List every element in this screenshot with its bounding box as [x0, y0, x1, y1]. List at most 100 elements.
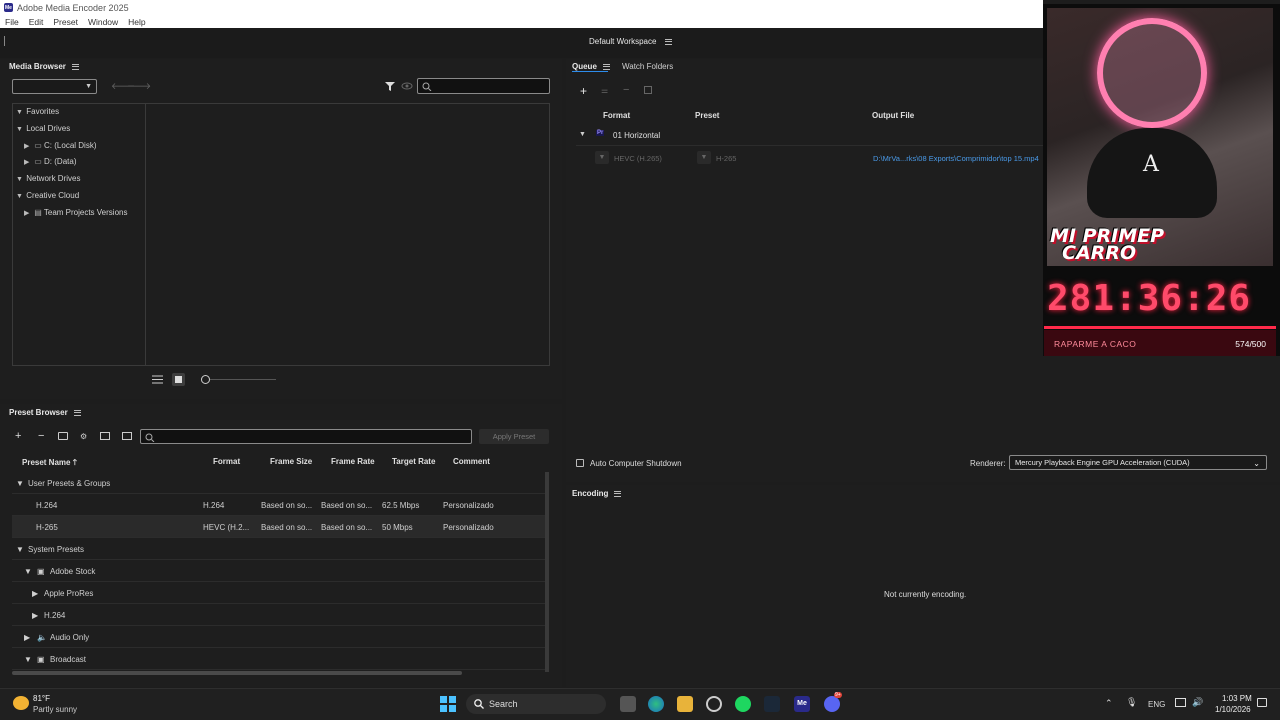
expand-arrow-icon[interactable]: ▼ — [16, 479, 24, 488]
tab-queue[interactable]: Queue — [572, 62, 610, 71]
queue-format[interactable]: HEVC (H.265) — [614, 154, 662, 163]
tree-item-favorites[interactable]: ▼ Favorites — [16, 107, 59, 116]
media-browser-menu-icon[interactable] — [71, 63, 79, 70]
weather-desc[interactable]: Partly sunny — [33, 705, 77, 714]
steam-icon[interactable] — [764, 696, 780, 712]
duplicate-icon[interactable] — [644, 86, 652, 94]
expand-arrow-icon[interactable]: ▼ — [24, 567, 32, 576]
queue-menu-icon[interactable] — [602, 63, 610, 70]
col-preset-name[interactable]: Preset Name 🡑 — [22, 457, 77, 471]
clock-time[interactable]: 1:03 PM — [1222, 694, 1252, 703]
import-preset-icon[interactable] — [100, 432, 110, 440]
menu-preset[interactable]: Preset — [53, 17, 78, 27]
preset-settings-icon[interactable]: ⚙ — [80, 432, 87, 441]
new-group-icon[interactable] — [58, 432, 68, 440]
notifications-icon[interactable] — [1257, 698, 1267, 707]
expand-arrow-icon[interactable]: ▼ — [16, 176, 24, 183]
output-file-link[interactable]: D:\MrVa...rks\08 Exports\Comprimidor\top… — [873, 154, 1039, 163]
collapse-arrow-icon[interactable]: ▶ — [32, 589, 38, 598]
collapse-arrow-icon[interactable]: ▶ — [24, 142, 32, 150]
menu-edit[interactable]: Edit — [29, 17, 44, 27]
menu-window[interactable]: Window — [88, 17, 118, 27]
weather-temp[interactable]: 81°F — [33, 694, 50, 703]
thumbnail-view-button[interactable] — [172, 373, 185, 386]
windows-start-icon[interactable] — [440, 696, 456, 712]
queue-preset[interactable]: H-265 — [716, 154, 736, 163]
table-row[interactable]: H.264 H.264 Based on so... Based on so..… — [12, 494, 546, 516]
weather-sun-icon[interactable] — [13, 696, 29, 710]
add-source-icon[interactable]: + — [580, 84, 587, 98]
table-row[interactable]: ▶ H.264 — [12, 604, 546, 626]
queue-item[interactable]: ▼ Pr 01 Horizontal — [576, 125, 1043, 146]
microphone-icon[interactable]: 🎙 — [1126, 697, 1137, 708]
tree-item-team-projects[interactable]: ▶ ▤ Team Projects Versions — [24, 208, 127, 217]
preset-settings-icon[interactable]: ⚌ — [601, 86, 608, 95]
table-row[interactable]: ▶ Apple ProRes — [12, 582, 546, 604]
menu-file[interactable]: File — [5, 17, 19, 27]
table-row[interactable]: ▼ ▣ Broadcast — [12, 648, 546, 670]
format-dropdown-icon[interactable]: ▼ — [595, 151, 609, 164]
vertical-scrollbar[interactable] — [545, 472, 549, 672]
queue-col-format[interactable]: Format — [603, 111, 630, 120]
col-target-rate[interactable]: Target Rate — [392, 457, 435, 466]
tab-watch-folders[interactable]: Watch Folders — [622, 62, 673, 71]
discord-icon[interactable]: 9+ — [824, 692, 842, 712]
network-icon[interactable] — [1175, 698, 1186, 707]
spotify-icon[interactable] — [735, 696, 751, 712]
apply-preset-button[interactable]: Apply Preset — [479, 429, 549, 444]
chevron-up-icon[interactable]: ⌃ — [1105, 698, 1113, 709]
col-frame-rate[interactable]: Frame Rate — [331, 457, 375, 466]
auto-shutdown-checkbox[interactable] — [576, 459, 584, 467]
table-row[interactable]: H-265 HEVC (H.2... Based on so... Based … — [12, 516, 546, 538]
col-format[interactable]: Format — [213, 457, 240, 466]
taskbar-search[interactable]: Search — [466, 694, 606, 714]
file-explorer-icon[interactable] — [677, 696, 693, 712]
export-preset-icon[interactable] — [122, 432, 132, 440]
task-view-icon[interactable] — [620, 696, 636, 712]
expand-arrow-icon[interactable]: ▼ — [16, 545, 24, 554]
media-location-select[interactable]: ▼ — [12, 79, 97, 94]
remove-item-icon[interactable]: − — [623, 84, 629, 96]
tree-item-local-drives[interactable]: ▼ Local Drives — [16, 124, 70, 133]
edge-browser-icon[interactable] — [648, 696, 664, 712]
preset-dropdown-icon[interactable]: ▼ — [697, 151, 711, 164]
table-row[interactable]: ▼ ▣ Adobe Stock — [12, 560, 546, 582]
eye-icon[interactable] — [401, 82, 413, 90]
workspace-menu-icon[interactable] — [664, 38, 672, 45]
list-view-icon[interactable] — [152, 375, 163, 384]
volume-icon[interactable]: 🔊 — [1192, 697, 1203, 708]
queue-col-preset[interactable]: Preset — [695, 111, 719, 120]
slider-handle[interactable] — [201, 375, 210, 384]
collapse-arrow-icon[interactable]: ▶ — [24, 209, 32, 217]
thumbnail-size-slider[interactable] — [210, 379, 276, 380]
media-search-input[interactable] — [417, 78, 550, 94]
clock-date[interactable]: 1/10/2026 — [1215, 705, 1251, 714]
col-comment[interactable]: Comment — [453, 457, 490, 466]
media-encoder-icon[interactable]: Me — [794, 696, 810, 712]
encoding-menu-icon[interactable] — [614, 490, 622, 497]
table-row[interactable]: ▼ System Presets — [12, 538, 546, 560]
remove-preset-icon[interactable]: − — [38, 430, 44, 442]
tree-item-d-drive[interactable]: ▶ ▭ D: (Data) — [24, 157, 76, 166]
add-preset-icon[interactable]: + — [15, 430, 21, 442]
table-row[interactable]: ▶ 🔈 Audio Only — [12, 626, 546, 648]
expand-arrow-icon[interactable]: ▼ — [16, 193, 24, 200]
tree-item-c-drive[interactable]: ▶ ▭ C: (Local Disk) — [24, 141, 96, 150]
obs-icon[interactable] — [706, 696, 722, 712]
expand-arrow-icon[interactable]: ▼ — [579, 131, 586, 138]
tree-item-creative-cloud[interactable]: ▼ Creative Cloud — [16, 191, 79, 200]
col-frame-size[interactable]: Frame Size — [270, 457, 312, 466]
preset-search-input[interactable] — [140, 429, 472, 444]
workspace-switcher[interactable]: Default Workspace — [589, 37, 672, 46]
collapse-arrow-icon[interactable]: ▶ — [32, 611, 38, 620]
expand-arrow-icon[interactable]: ▼ — [16, 109, 24, 116]
horizontal-scrollbar[interactable] — [12, 671, 462, 675]
forward-arrow-icon[interactable]: 🡒 — [127, 81, 151, 92]
menu-help[interactable]: Help — [128, 17, 145, 27]
tree-item-network-drives[interactable]: ▼ Network Drives — [16, 174, 80, 183]
queue-col-output[interactable]: Output File — [872, 111, 914, 120]
preset-browser-menu-icon[interactable] — [73, 409, 81, 416]
expand-arrow-icon[interactable]: ▼ — [16, 126, 24, 133]
renderer-select[interactable]: Mercury Playback Engine GPU Acceleration… — [1009, 455, 1267, 470]
collapse-arrow-icon[interactable]: ▶ — [24, 158, 32, 166]
